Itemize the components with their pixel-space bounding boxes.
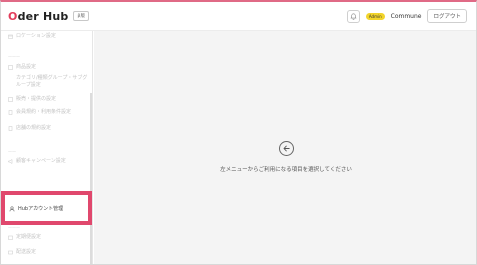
app-window: O der Hub β版 Admin Commune ログアウト ロケーション設… (0, 0, 477, 265)
main-content: 左メニューからご利用になる項目を選択してください (94, 31, 476, 264)
grid-icon (8, 65, 13, 70)
sidebar-item-shipping[interactable]: 配送設定 (8, 249, 88, 256)
header-actions: Admin Commune ログアウト (346, 9, 467, 23)
bell-icon (350, 13, 357, 20)
app-logo[interactable]: O der Hub β版 (8, 9, 90, 23)
sidebar-item-label: 会員規約・利用条件設定 (16, 109, 72, 115)
highlight-frame: Hubアカウント管理 (1, 191, 92, 225)
notification-button[interactable] (346, 9, 360, 23)
sidebar-item-label: 顧客キャンペーン設定 (16, 158, 66, 164)
sidebar-item-label: ロケーション設定 (16, 33, 56, 39)
megaphone-icon (8, 159, 13, 164)
sidebar-item-label: 店舗の規約設定 (16, 125, 52, 131)
sidebar-item-hub-account[interactable]: Hubアカウント管理 (9, 205, 63, 212)
logo-text: der Hub (17, 9, 69, 23)
sidebar-item-label: 定期便設定 (16, 234, 42, 240)
truck-icon (8, 250, 13, 255)
sidebar-item-label: Hubアカウント管理 (18, 206, 64, 212)
document-icon (8, 110, 13, 115)
sidebar-item-label: カテゴリ/種類グループ・サブグループ設定 (16, 75, 88, 88)
calendar-icon (8, 235, 13, 240)
sidebar-item-terms[interactable]: 会員規約・利用条件設定 (8, 109, 88, 116)
top-header: O der Hub β版 Admin Commune ログアウト (1, 2, 476, 31)
org-name: Commune (390, 12, 422, 20)
sidebar-item-campaign[interactable]: 顧客キャンペーン設定 (8, 158, 88, 165)
back-arrow-icon (278, 141, 294, 156)
sidebar-item-location[interactable]: ロケーション設定 (8, 33, 88, 40)
sidebar-section-divider: —— (8, 149, 16, 154)
sidebar-scrollbar[interactable] (90, 93, 92, 264)
admin-badge: Admin (365, 12, 385, 20)
sidebar: ロケーション設定 ——— 商品設定 カテゴリ/種類グループ・サブグループ設定 販… (1, 31, 93, 264)
document-icon (8, 126, 13, 131)
sidebar-item-label: 販売・提供の設定 (16, 96, 57, 102)
sidebar-item-subscription[interactable]: 定期便設定 (8, 234, 88, 241)
sidebar-item-sales[interactable]: 販売・提供の設定 (8, 96, 88, 103)
empty-state: 左メニューからご利用になる項目を選択してください (94, 141, 476, 173)
sidebar-item-label: 配送設定 (16, 249, 37, 255)
calendar-icon (8, 34, 13, 39)
beta-badge: β版 (73, 11, 90, 21)
logo-o: O (8, 9, 18, 23)
empty-state-message: 左メニューからご利用になる項目を選択してください (220, 167, 352, 173)
sidebar-item-store-terms[interactable]: 店舗の規約設定 (8, 125, 88, 132)
sidebar-item-categories[interactable]: カテゴリ/種類グループ・サブグループ設定 (16, 75, 88, 89)
user-icon (9, 205, 15, 211)
sidebar-item-label: 商品設定 (16, 64, 37, 70)
tag-icon (8, 97, 13, 102)
logout-button[interactable]: ログアウト (427, 9, 467, 23)
sidebar-item-products[interactable]: 商品設定 (8, 64, 88, 71)
sidebar-section-divider: ——— (8, 225, 20, 230)
sidebar-section-divider: ——— (8, 54, 20, 59)
